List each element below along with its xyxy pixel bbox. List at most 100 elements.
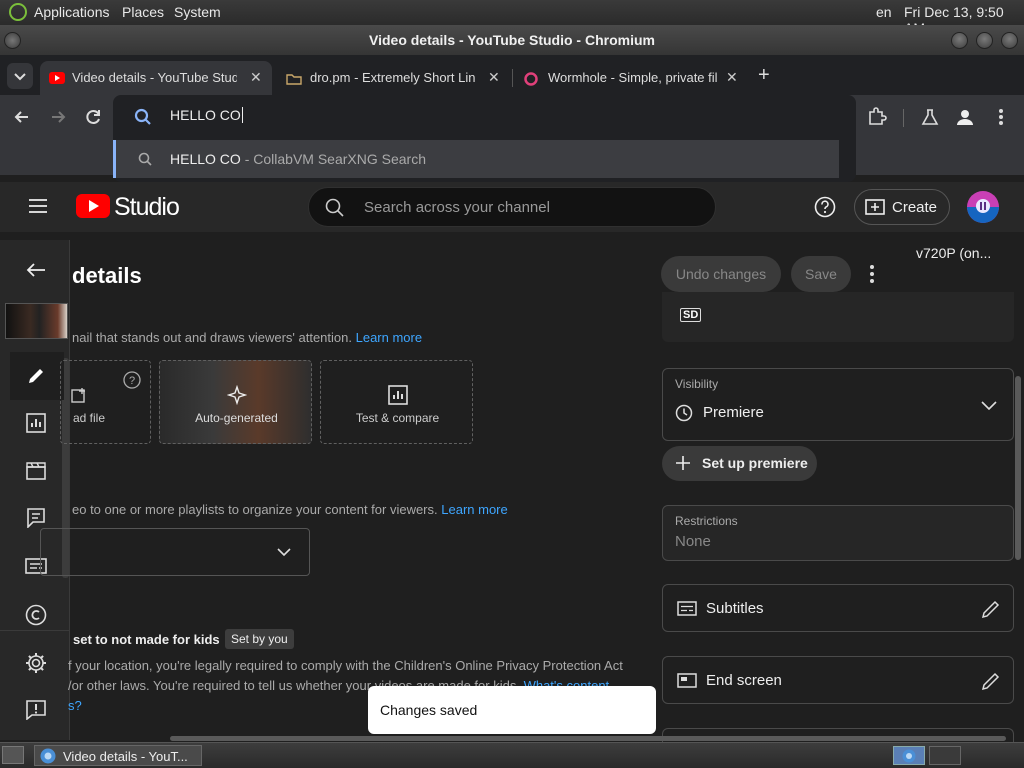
sd-badge: SD: [680, 308, 702, 322]
upload-label: ad file: [73, 411, 106, 425]
page-title: details: [72, 263, 142, 288]
chevron-down-icon: [14, 73, 26, 81]
tab-title: Video details - YouTube Studio: [72, 70, 237, 85]
restrictions-value: None: [675, 533, 711, 550]
chevron-down-icon: [277, 548, 291, 557]
workspace-2[interactable]: [929, 746, 961, 765]
tab-wormhole[interactable]: Wormhole - Simple, private file sharing …: [516, 61, 746, 95]
hamburger-menu-icon[interactable]: [28, 198, 48, 214]
auto-generated-thumbnail[interactable]: Auto-generated: [159, 360, 312, 444]
audience-text-1: f your location, you're legally required…: [68, 658, 623, 673]
browser-menu-icon[interactable]: [993, 107, 1009, 127]
changes-saved-toast: Changes saved: [368, 686, 656, 734]
test-compare-button[interactable]: Test & compare: [320, 360, 473, 444]
minimize-button[interactable]: [951, 32, 968, 49]
end-screen-row[interactable]: End screen: [662, 656, 1014, 704]
end-screen-icon: [677, 673, 697, 688]
add-image-icon: [71, 388, 85, 403]
channel-search-input[interactable]: Search across your channel: [308, 187, 716, 227]
omnibox-input[interactable]: HELLO CO: [170, 107, 243, 123]
setup-premiere-button[interactable]: Set up premiere: [662, 446, 817, 481]
vertical-scrollbar[interactable]: [1015, 376, 1021, 560]
search-icon: [134, 108, 151, 125]
visibility-label: Visibility: [675, 377, 719, 391]
analytics-icon[interactable]: [26, 413, 46, 433]
extensions-icon[interactable]: [866, 107, 888, 127]
new-tab-button[interactable]: +: [758, 64, 770, 87]
nav-details[interactable]: [10, 352, 64, 400]
reload-icon[interactable]: [84, 107, 104, 127]
playlist-description: eo to one or more playlists to organize …: [72, 502, 508, 517]
tab-video-details[interactable]: Video details - YouTube Studio ✕: [40, 61, 272, 95]
tab-strip: Video details - YouTube Studio ✕ dro.pm …: [0, 55, 1024, 95]
learn-more-link[interactable]: Learn more: [441, 502, 507, 517]
close-tab-icon[interactable]: ✕: [726, 69, 738, 86]
left-nav: [0, 240, 70, 740]
tab-title: Wormhole - Simple, private file sharing: [548, 70, 718, 85]
search-placeholder: Search across your channel: [364, 199, 550, 216]
back-arrow-icon[interactable]: [12, 107, 32, 127]
audience-text-3[interactable]: s?: [68, 698, 82, 713]
playlist-select[interactable]: [40, 528, 310, 576]
workspace-switcher[interactable]: [893, 746, 925, 765]
pencil-icon[interactable]: [981, 671, 1001, 691]
close-tab-icon[interactable]: ✕: [250, 69, 262, 86]
restrictions-label: Restrictions: [675, 514, 738, 528]
maximize-button[interactable]: [976, 32, 993, 49]
settings-gear-icon[interactable]: [25, 652, 47, 674]
window-titlebar: Video details - YouTube Studio - Chromiu…: [0, 25, 1024, 55]
profile-icon[interactable]: [955, 107, 975, 127]
taskbar: Video details - YouT...: [0, 742, 1024, 768]
editor-clapper-icon[interactable]: [26, 462, 46, 480]
help-icon[interactable]: [814, 196, 836, 218]
toast-text: Changes saved: [380, 702, 478, 718]
learn-more-link[interactable]: Learn more: [356, 330, 422, 345]
visibility-select[interactable]: Visibility Premiere: [662, 368, 1014, 441]
applications-menu[interactable]: Applications: [34, 4, 110, 20]
taskbar-window-button[interactable]: Video details - YouT...: [34, 745, 202, 766]
help-icon[interactable]: ?: [123, 371, 141, 389]
labs-flask-icon[interactable]: [920, 107, 940, 127]
suggestion-text: HELLO CO - CollabVM SearXNG Search: [170, 151, 426, 167]
folder-favicon-icon: [286, 74, 302, 85]
omnibox-suggestion[interactable]: HELLO CO - CollabVM SearXNG Search: [113, 140, 839, 178]
visibility-value: Premiere: [703, 404, 764, 421]
show-desktop-button[interactable]: [2, 746, 24, 764]
keyboard-layout[interactable]: en: [876, 4, 892, 20]
auto-generated-label: Auto-generated: [195, 411, 278, 425]
chevron-down-icon: [981, 401, 997, 410]
pencil-icon[interactable]: [981, 599, 1001, 619]
search-icon: [138, 152, 152, 166]
horizontal-scrollbar[interactable]: [170, 736, 1006, 741]
close-tab-icon[interactable]: ✕: [488, 69, 500, 86]
chromium-icon: [902, 749, 916, 763]
tab-dro-pm[interactable]: dro.pm - Extremely Short Links ✕: [278, 61, 508, 95]
sparkle-icon: [227, 385, 247, 405]
more-options-icon[interactable]: [864, 264, 880, 284]
toolbar-divider: [903, 109, 904, 127]
avatar[interactable]: [966, 190, 1000, 224]
tab-search-button[interactable]: [7, 63, 33, 89]
back-arrow-icon[interactable]: [26, 262, 46, 278]
comments-icon[interactable]: [27, 508, 45, 528]
os-logo-icon[interactable]: [9, 3, 27, 21]
forward-arrow-icon[interactable]: [48, 107, 68, 127]
os-top-panel: Applications Places System en Fri Dec 13…: [0, 0, 1024, 36]
subtitles-icon: [677, 601, 697, 616]
system-menu[interactable]: System: [174, 4, 221, 20]
restrictions-field: Restrictions None: [662, 505, 1014, 561]
subtitles-row[interactable]: Subtitles: [662, 584, 1014, 632]
search-icon: [325, 198, 344, 217]
youtube-logo-icon: [76, 194, 110, 218]
copyright-icon[interactable]: [25, 604, 47, 626]
upload-thumbnail-button[interactable]: ? ad file: [60, 360, 151, 444]
close-window-button[interactable]: [1001, 32, 1018, 49]
undo-changes-button[interactable]: Undo changes: [661, 256, 781, 292]
video-thumbnail[interactable]: [5, 303, 68, 339]
places-menu[interactable]: Places: [122, 4, 164, 20]
clock-icon: [675, 404, 693, 422]
create-button[interactable]: Create: [854, 189, 950, 225]
feedback-icon[interactable]: [26, 700, 46, 720]
video-info-card: [662, 292, 1014, 342]
save-button[interactable]: Save: [791, 256, 851, 292]
